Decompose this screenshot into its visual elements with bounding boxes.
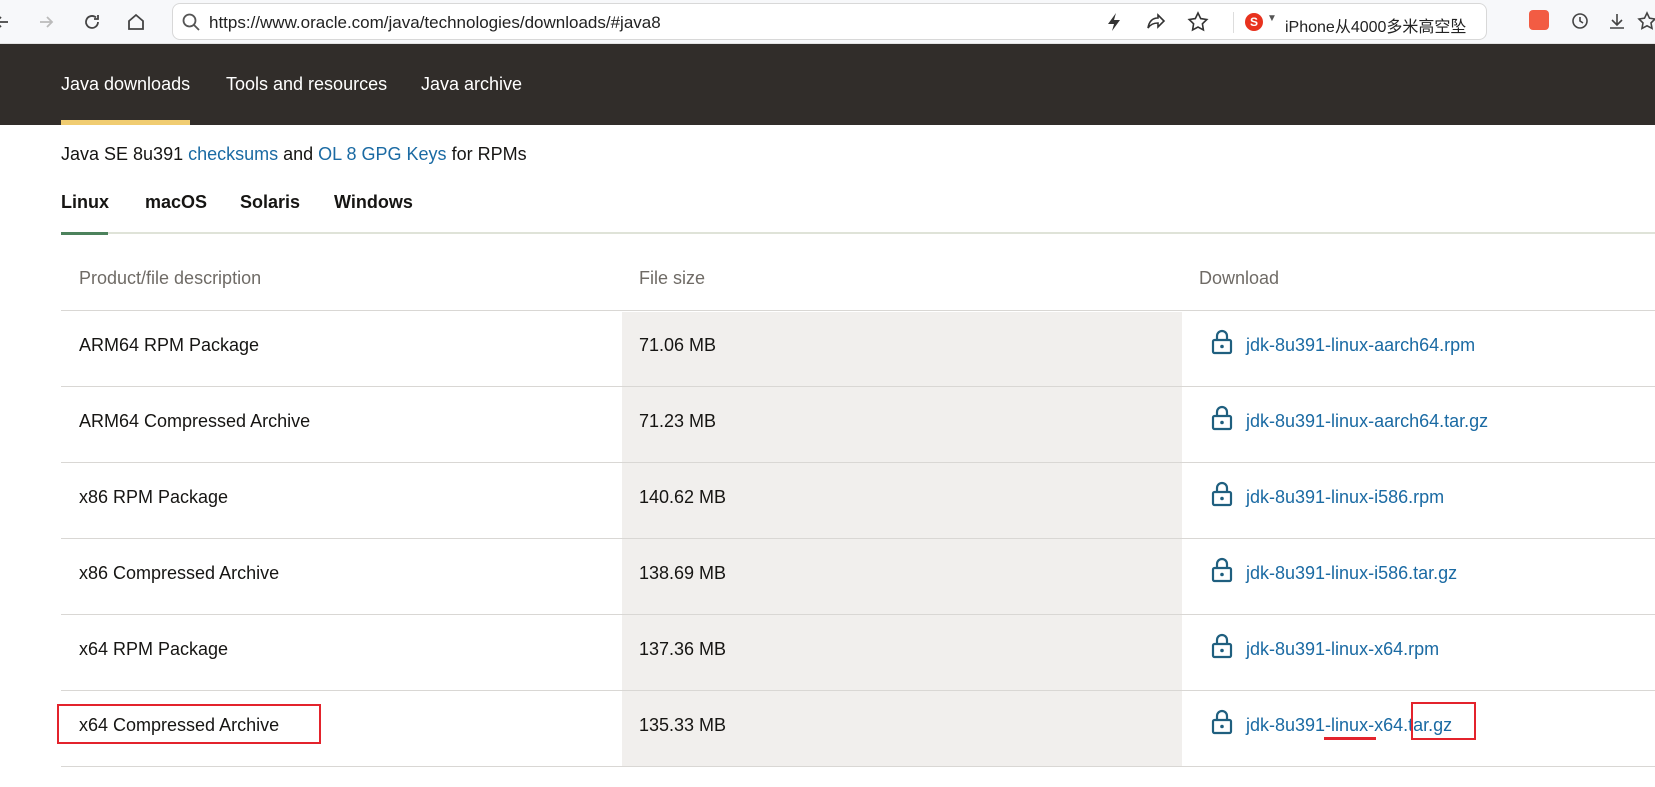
row-file-size: 137.36 MB — [639, 639, 727, 659]
tab-windows[interactable]: Windows — [334, 192, 413, 213]
active-os-tab-indicator — [61, 232, 108, 235]
sogou-search-icon[interactable]: S — [1245, 13, 1263, 31]
tab-tools-and-resources[interactable]: Tools and resources — [226, 74, 387, 95]
back-icon[interactable] — [0, 8, 16, 36]
divider — [1233, 12, 1234, 33]
annotation-box-description — [57, 704, 321, 744]
history-icon[interactable] — [1567, 8, 1593, 34]
table-row: x86 Compressed Archive 138.69 MB jdk-8u3… — [61, 539, 1655, 615]
lock-icon — [1211, 709, 1233, 735]
lock-icon — [1211, 557, 1233, 583]
checksum-suffix: for RPMs — [446, 144, 527, 164]
header-description: Product/file description — [79, 268, 262, 288]
row-description: x86 Compressed Archive — [79, 563, 280, 583]
reload-icon[interactable] — [78, 8, 106, 36]
tab-solaris[interactable]: Solaris — [240, 192, 300, 213]
row-file-size: 135.33 MB — [639, 715, 727, 735]
tab-linux[interactable]: Linux — [61, 192, 109, 213]
os-tabs: Linux macOS Solaris Windows — [61, 192, 1655, 234]
table-row: ARM64 RPM Package 71.06 MB jdk-8u391-lin… — [61, 311, 1655, 387]
row-file-size: 71.23 MB — [639, 411, 717, 431]
pdf-icon[interactable] — [1529, 10, 1549, 30]
row-file-size: 140.62 MB — [639, 487, 727, 507]
search-icon — [182, 13, 200, 31]
checksum-and: and — [278, 144, 319, 164]
table-row: x64 RPM Package 137.36 MB jdk-8u391-linu… — [61, 615, 1655, 691]
address-bar[interactable]: https://www.oracle.com/java/technologies… — [172, 3, 1487, 40]
tab-macos[interactable]: macOS — [145, 192, 207, 213]
annotation-underline — [1324, 737, 1376, 740]
home-icon[interactable] — [122, 8, 150, 36]
lightning-icon[interactable] — [1103, 11, 1125, 33]
lock-icon — [1211, 633, 1233, 659]
browser-toolbar: https://www.oracle.com/java/technologies… — [0, 0, 1655, 44]
download-link[interactable]: jdk-8u391-linux-aarch64.rpm — [1246, 335, 1475, 356]
checksums-link[interactable]: checksums — [188, 144, 278, 164]
active-tab-indicator — [61, 120, 190, 125]
share-icon[interactable] — [1145, 11, 1167, 33]
hot-news-text[interactable]: iPhone从4000多米高空坠 — [1285, 13, 1475, 37]
download-link[interactable]: jdk-8u391-linux-i586.tar.gz — [1246, 563, 1457, 584]
header-file-size: File size — [639, 268, 706, 288]
annotation-box-extension — [1411, 702, 1476, 740]
star-icon[interactable] — [1187, 11, 1209, 33]
gpg-keys-link[interactable]: OL 8 GPG Keys — [318, 144, 446, 164]
table-row: x86 RPM Package 140.62 MB jdk-8u391-linu… — [61, 463, 1655, 539]
lock-icon — [1211, 405, 1233, 431]
chevron-down-icon[interactable]: ▼ — [1267, 13, 1277, 24]
site-navigation: Java downloads Tools and resources Java … — [0, 44, 1655, 125]
row-description: ARM64 RPM Package — [79, 335, 260, 355]
download-link[interactable]: jdk-8u391-linux-i586.rpm — [1246, 487, 1444, 508]
row-description: ARM64 Compressed Archive — [79, 411, 311, 431]
checksum-line: Java SE 8u391 checksums and OL 8 GPG Key… — [61, 144, 527, 165]
forward-icon[interactable] — [32, 8, 60, 36]
lock-icon — [1211, 329, 1233, 355]
row-description: x86 RPM Package — [79, 487, 229, 507]
download-icon[interactable] — [1604, 8, 1630, 34]
checksum-prefix: Java SE 8u391 — [61, 144, 189, 164]
url-text[interactable]: https://www.oracle.com/java/technologies… — [209, 13, 661, 33]
table-row: ARM64 Compressed Archive 71.23 MB jdk-8u… — [61, 387, 1655, 463]
header-download: Download — [1199, 268, 1280, 288]
tab-java-downloads[interactable]: Java downloads — [61, 74, 190, 95]
tab-java-archive[interactable]: Java archive — [421, 74, 522, 95]
row-file-size: 138.69 MB — [639, 563, 727, 583]
row-file-size: 71.06 MB — [639, 335, 717, 355]
download-link[interactable]: jdk-8u391-linux-x64.rpm — [1246, 639, 1439, 660]
favorites-icon[interactable] — [1634, 8, 1655, 34]
lock-icon — [1211, 481, 1233, 507]
row-description: x64 RPM Package — [79, 639, 229, 659]
download-link[interactable]: jdk-8u391-linux-aarch64.tar.gz — [1246, 411, 1488, 432]
